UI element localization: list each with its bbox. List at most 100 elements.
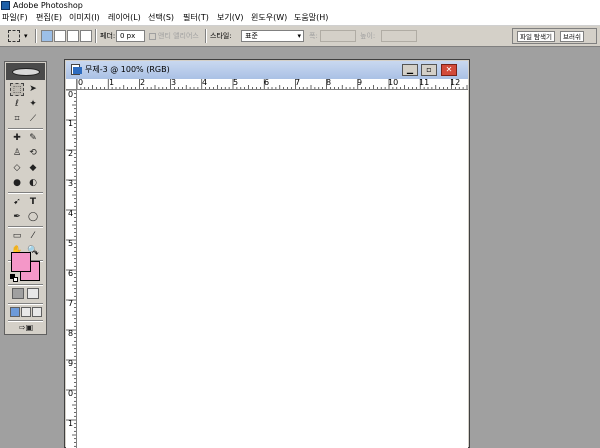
maximize-button[interactable]: ▫ [421, 64, 437, 76]
quick-mask-mode-icon[interactable] [27, 288, 39, 299]
ruler-v-label: 1 [68, 419, 74, 428]
ruler-v-label: 9 [68, 359, 74, 368]
foreground-color-swatch[interactable] [11, 252, 31, 272]
subtract-from-selection-icon[interactable] [67, 30, 79, 42]
swap-colors-icon[interactable]: ↷ [32, 249, 42, 259]
history-brush-icon[interactable]: ⟲ [26, 147, 40, 160]
ruler-v-label: 4 [68, 209, 74, 218]
shape-icon[interactable]: ◯ [26, 211, 40, 224]
horizontal-ruler-ticks [77, 79, 468, 89]
jump-to-imageready-icon[interactable]: ⇨▣ [13, 321, 39, 334]
toolbox-header[interactable] [6, 63, 45, 80]
ruler-v-label: 7 [68, 299, 74, 308]
ruler-h-label: 0 [78, 79, 84, 87]
lasso-icon[interactable]: ℓ [10, 98, 24, 111]
magic-wand-icon[interactable]: ✦ [26, 98, 40, 111]
palette-well: 파일 탐색기 브러쉬 [512, 28, 597, 44]
default-colors-icon[interactable] [10, 274, 18, 282]
menu-view[interactable]: 보기(V) [217, 11, 243, 25]
style-select-value: 표준 [245, 32, 258, 40]
photoshop-feather-icon [12, 68, 40, 76]
menu-bar: 파일(F) 편집(E) 이미지(I) 레이어(L) 선택(S) 필터(T) 보기… [0, 11, 600, 26]
feather-input[interactable]: 0 px [116, 30, 145, 42]
chevron-down-icon: ▾ [297, 32, 301, 40]
width-label: 폭: [309, 32, 318, 40]
dodge-icon[interactable]: ◐ [26, 177, 40, 190]
rectangular-marquee-icon[interactable]: ⬚ [10, 83, 24, 96]
horizontal-ruler[interactable]: 0 1 2 3 4 5 6 7 8 9 10 11 12 [77, 79, 468, 90]
ruler-h-label: 10 [388, 79, 399, 87]
ruler-h-label: 7 [295, 79, 301, 87]
menu-file[interactable]: 파일(F) [2, 11, 28, 25]
move-icon[interactable]: ➤ [26, 83, 40, 96]
standard-screen-mode-icon[interactable] [10, 307, 20, 317]
menu-image[interactable]: 이미지(I) [69, 11, 100, 25]
slice-icon[interactable]: ⟋ [26, 113, 40, 126]
ruler-h-label: 12 [450, 79, 461, 87]
document-icon [70, 64, 82, 76]
menu-help[interactable]: 도움말(H) [294, 11, 328, 25]
ruler-h-label: 9 [357, 79, 363, 87]
app-title: Adobe Photoshop [13, 1, 83, 10]
ruler-h-label: 1 [109, 79, 115, 87]
height-input[interactable] [381, 30, 417, 42]
ruler-v-label: 0 [68, 389, 74, 398]
ruler-h-label: 2 [140, 79, 146, 87]
ruler-v-label: 5 [68, 239, 74, 248]
photoshop-app-icon [1, 1, 10, 10]
eyedropper-icon[interactable]: ⁄ [26, 230, 40, 243]
ruler-v-label: 1 [68, 119, 74, 128]
document-title-bar[interactable]: 무제-3 @ 100% (RGB) ▁ ▫ ✕ [66, 61, 468, 79]
ruler-h-label: 8 [326, 79, 332, 87]
pen-icon[interactable]: ✒ [10, 211, 24, 224]
brush-icon[interactable]: ✎ [26, 132, 40, 145]
eraser-icon[interactable]: ◇ [10, 162, 24, 175]
menu-filter[interactable]: 필터(T) [183, 11, 209, 25]
options-bar: ▾ 페더: 0 px 앤티 앨리어스 스타일: 표준 ▾ 폭: 높이: [0, 26, 600, 47]
width-input[interactable] [320, 30, 356, 42]
healing-brush-icon[interactable]: ✚ [10, 132, 24, 145]
vertical-ruler[interactable]: 0 1 2 3 4 5 6 7 8 9 0 1 [66, 90, 77, 448]
preset-dropdown-arrow-icon[interactable]: ▾ [24, 30, 28, 42]
ruler-v-label: 3 [68, 179, 74, 188]
marquee-preset-icon[interactable] [8, 30, 20, 42]
menu-window[interactable]: 윈도우(W) [251, 11, 287, 25]
ruler-v-label: 0 [68, 90, 74, 99]
blur-icon[interactable]: ● [10, 177, 24, 190]
ruler-v-label: 6 [68, 269, 74, 278]
ruler-h-label: 6 [264, 79, 270, 87]
standard-mode-icon[interactable] [12, 288, 24, 299]
new-selection-icon[interactable] [41, 30, 53, 42]
height-label: 높이: [360, 32, 376, 40]
full-screen-menu-mode-icon[interactable] [21, 307, 31, 317]
crop-icon[interactable]: ⌗ [10, 113, 24, 126]
close-button[interactable]: ✕ [441, 64, 457, 76]
ruler-h-label: 3 [171, 79, 177, 87]
style-label: 스타일: [210, 32, 232, 40]
tab-file-browser[interactable]: 파일 탐색기 [517, 31, 555, 42]
menu-edit[interactable]: 편집(E) [36, 11, 62, 25]
clone-stamp-icon[interactable]: ♙ [10, 147, 24, 160]
antialias-checkbox[interactable] [149, 33, 156, 40]
menu-layer[interactable]: 레이어(L) [108, 11, 141, 25]
ruler-h-label: 4 [202, 79, 208, 87]
feather-label: 페더: [100, 32, 116, 40]
document-canvas[interactable] [77, 90, 468, 448]
notes-icon[interactable]: ▭ [10, 230, 24, 243]
paint-bucket-icon[interactable]: ◆ [26, 162, 40, 175]
ruler-origin[interactable] [66, 79, 77, 90]
menu-select[interactable]: 선택(S) [148, 11, 174, 25]
path-selection-icon[interactable]: ➹ [10, 196, 24, 209]
ruler-v-label: 2 [68, 149, 74, 158]
app-title-bar: Adobe Photoshop [0, 0, 600, 11]
tab-brushes[interactable]: 브러쉬 [560, 31, 584, 42]
toolbox: ⬚ ➤ ℓ ✦ ⌗ ⟋ ✚ ✎ ♙ ⟲ ◇ ◆ ● ◐ ➹ T ✒ ◯ ▭ ⁄ … [4, 61, 47, 335]
intersect-selection-icon[interactable] [80, 30, 92, 42]
style-select[interactable]: 표준 ▾ [241, 30, 304, 42]
full-screen-mode-icon[interactable] [32, 307, 42, 317]
minimize-button[interactable]: ▁ [402, 64, 418, 76]
document-title: 무제-3 @ 100% (RGB) [85, 65, 170, 74]
add-to-selection-icon[interactable] [54, 30, 66, 42]
antialias-label: 앤티 앨리어스 [158, 32, 199, 40]
type-icon[interactable]: T [26, 196, 40, 209]
